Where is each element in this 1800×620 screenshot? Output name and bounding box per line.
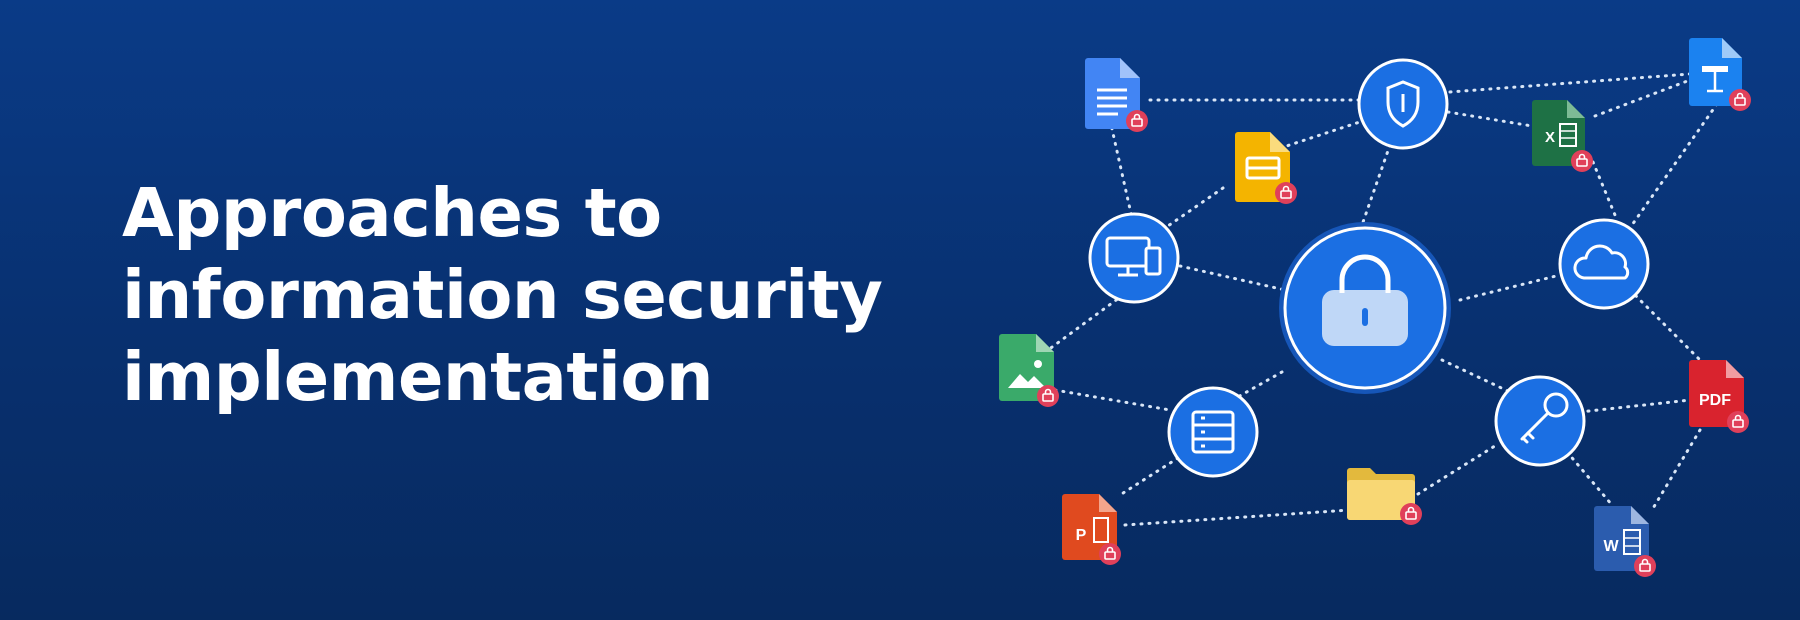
lock-badge bbox=[1099, 543, 1121, 565]
lock-badge bbox=[1727, 411, 1749, 433]
banner: Approaches to information security imple… bbox=[0, 0, 1800, 620]
lock-badge bbox=[1275, 182, 1297, 204]
image-file bbox=[999, 334, 1059, 407]
security-network-illustration: X PDF P W bbox=[999, 38, 1751, 577]
powerpoint-file-label: P bbox=[1076, 527, 1087, 544]
lock-badge bbox=[1634, 555, 1656, 577]
cloud-hub bbox=[1558, 218, 1650, 310]
keynote-file bbox=[1689, 38, 1751, 111]
lock-badge bbox=[1729, 89, 1751, 111]
lock-badge bbox=[1400, 503, 1422, 525]
powerpoint-file: P bbox=[1062, 494, 1121, 565]
pdf-file: PDF bbox=[1689, 360, 1749, 433]
central-lock-hub bbox=[1279, 222, 1451, 394]
excel-file-label: X bbox=[1545, 129, 1555, 146]
excel-file: X bbox=[1532, 100, 1593, 172]
word-file: W bbox=[1594, 506, 1656, 577]
devices-hub bbox=[1088, 212, 1180, 304]
shield-hub bbox=[1357, 58, 1449, 150]
pdf-file-label: PDF bbox=[1699, 392, 1731, 409]
lock-badge bbox=[1126, 110, 1148, 132]
word-file-label: W bbox=[1603, 538, 1619, 555]
key-hub bbox=[1494, 375, 1586, 467]
lock-badge bbox=[1037, 385, 1059, 407]
google-slides-file bbox=[1235, 132, 1297, 204]
google-docs-file bbox=[1085, 58, 1148, 132]
folder bbox=[1347, 468, 1422, 525]
lock-badge bbox=[1571, 150, 1593, 172]
server-hub bbox=[1167, 386, 1259, 478]
